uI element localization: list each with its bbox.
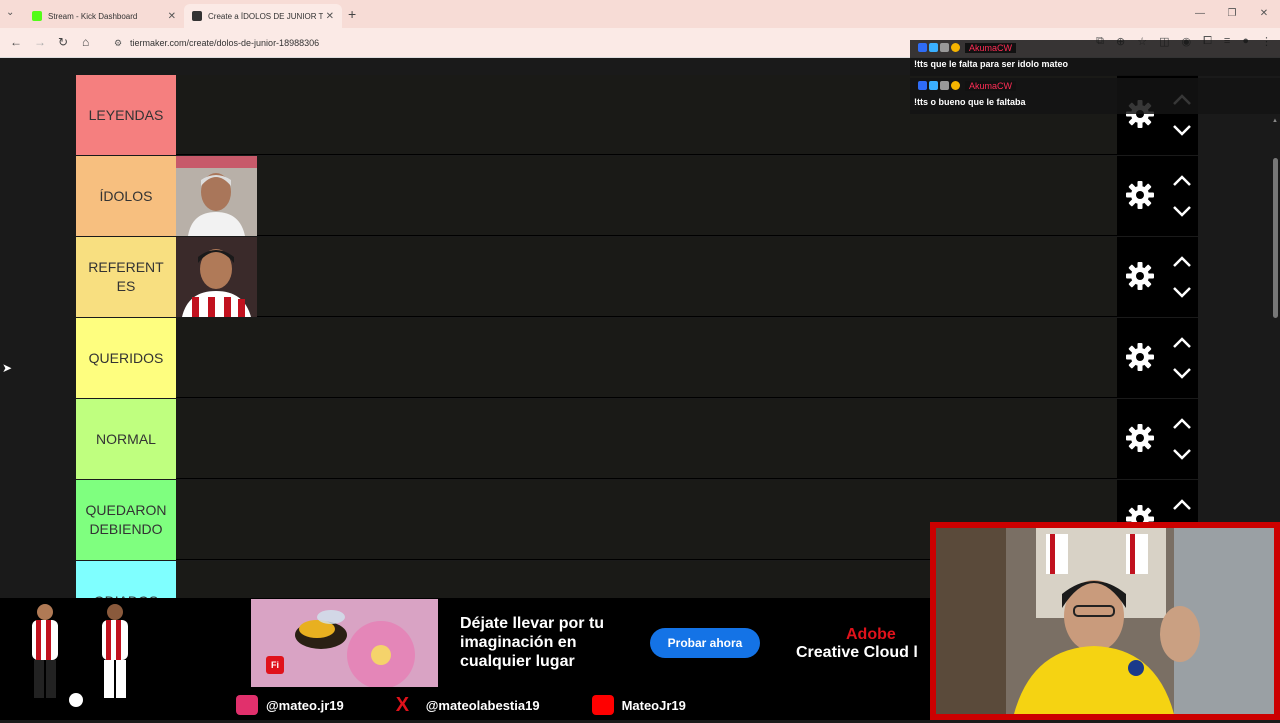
players-graphic — [10, 600, 150, 718]
chevron-up-icon[interactable] — [1171, 498, 1193, 512]
scroll-up-icon[interactable]: ▲ — [1272, 118, 1278, 124]
webcam-frame — [930, 522, 1280, 720]
tier-controls — [1117, 156, 1198, 236]
webcam-feed — [936, 528, 1274, 714]
badge-icon — [918, 43, 927, 52]
tier-controls — [1117, 399, 1198, 479]
social-handles: @mateo.jr19 X @mateolabestia19 MateoJr19 — [236, 692, 738, 718]
chat-text: !tts o bueno que le faltaba — [914, 97, 1026, 107]
gear-icon[interactable] — [1125, 261, 1155, 291]
gear-icon[interactable] — [1125, 342, 1155, 372]
close-tab-icon[interactable]: ✕ — [168, 11, 176, 22]
tiermaker-favicon-icon — [192, 11, 202, 21]
mouse-cursor-icon: ➤ — [2, 361, 13, 375]
tier-items — [176, 237, 257, 317]
x-icon: X — [395, 694, 410, 716]
chat-text: !tts que le falta para ser idolo mateo — [914, 59, 1069, 69]
chevron-up-icon[interactable] — [1171, 174, 1193, 188]
tab-search-icon[interactable]: ⌄ — [6, 7, 14, 18]
site-info-icon[interactable]: ⚙ — [114, 38, 124, 49]
ad-brand-adobe: Adobe — [846, 626, 896, 643]
tier-label[interactable]: LEYENDAS — [76, 75, 176, 155]
tier-row: NORMAL — [76, 399, 1198, 479]
chat-username: AkumaCW — [965, 43, 1017, 53]
tab-title: Create a ÍDOLOS DE JUNIOR Ti — [208, 11, 323, 21]
badge-icon — [929, 43, 938, 52]
close-tab-icon[interactable]: ✕ — [326, 11, 334, 22]
social-youtube: MateoJr19 — [591, 695, 686, 715]
tier-row: ÍDOLOS — [76, 156, 1198, 236]
back-icon[interactable]: ← — [10, 35, 22, 49]
chat-username: AkumaCW — [965, 81, 1017, 91]
tier-row: REFERENT ES — [76, 237, 1198, 317]
badge-icon — [929, 81, 938, 90]
ad-fi-badge: Fi — [266, 656, 284, 674]
url-text: tiermaker.com/create/dolos-de-junior-189… — [130, 38, 320, 48]
home-icon[interactable]: ⌂ — [82, 35, 89, 49]
tier-label[interactable]: QUEDARON DEBIENDO — [76, 480, 176, 560]
social-handle: MateoJr19 — [621, 697, 686, 713]
chevron-down-icon[interactable] — [1171, 285, 1193, 299]
tab-kick-dashboard[interactable]: Stream - Kick Dashboard ✕ — [24, 4, 184, 28]
chevron-up-icon[interactable] — [1171, 417, 1193, 431]
tier-label[interactable]: REFERENT ES — [76, 237, 176, 317]
chevron-down-icon[interactable] — [1171, 123, 1193, 137]
tier-label[interactable]: QUERIDOS — [76, 318, 176, 398]
social-instagram: @mateo.jr19 — [236, 695, 344, 715]
youtube-icon — [591, 695, 614, 715]
window-controls: — ❐ ✕ — [1184, 0, 1280, 28]
scroll-thumb[interactable] — [1273, 158, 1278, 318]
tier-items — [176, 156, 257, 236]
tier-controls — [1117, 237, 1198, 317]
chevron-up-icon[interactable] — [1171, 336, 1193, 350]
player-portrait-1[interactable] — [176, 156, 257, 236]
chat-message: AkumaCW !tts que le falta para ser idolo… — [910, 40, 1280, 76]
badge-icon — [951, 81, 960, 90]
close-window-icon[interactable]: ✕ — [1248, 0, 1280, 28]
badge-icon — [918, 81, 927, 90]
tier-row: QUERIDOS — [76, 318, 1198, 398]
tier-label[interactable]: NORMAL — [76, 399, 176, 479]
social-handle: @mateo.jr19 — [266, 697, 344, 713]
instagram-icon — [236, 695, 258, 715]
kick-favicon-icon — [32, 11, 42, 21]
chevron-down-icon[interactable] — [1171, 366, 1193, 380]
gear-icon[interactable] — [1125, 423, 1155, 453]
chevron-down-icon[interactable] — [1171, 204, 1193, 218]
gear-icon[interactable] — [1125, 180, 1155, 210]
tier-label[interactable]: ÍDOLOS — [76, 156, 176, 236]
chat-badges — [918, 43, 960, 52]
ad-cta-button[interactable]: Probar ahora — [650, 628, 760, 658]
badge-icon — [940, 81, 949, 90]
tier-controls — [1117, 318, 1198, 398]
badge-icon — [940, 43, 949, 52]
chevron-down-icon[interactable] — [1171, 447, 1193, 461]
minimize-icon[interactable]: — — [1184, 0, 1216, 28]
ad-headline: Déjate llevar por tu imaginación en cual… — [460, 615, 605, 670]
ad-brand-creative-cloud: Creative Cloud l — [796, 644, 918, 661]
social-handle: @mateolabestia19 — [425, 697, 540, 713]
player-portrait-2[interactable] — [176, 237, 257, 317]
tab-title: Stream - Kick Dashboard — [48, 11, 138, 21]
tab-tiermaker[interactable]: Create a ÍDOLOS DE JUNIOR Ti ✕ — [184, 4, 342, 28]
chevron-up-icon[interactable] — [1171, 255, 1193, 269]
forward-icon[interactable]: → — [34, 35, 46, 49]
chat-message: AkumaCW !tts o bueno que le faltaba — [910, 78, 1280, 114]
new-tab-button[interactable]: + — [348, 6, 356, 22]
reload-icon[interactable]: ↻ — [58, 35, 68, 49]
browser-tab-strip: ⌄ Stream - Kick Dashboard ✕ Create a ÍDO… — [0, 0, 1280, 28]
maximize-icon[interactable]: ❐ — [1216, 0, 1248, 28]
chat-badges — [918, 81, 960, 90]
adobe-ad-banner[interactable]: Fi Déjate llevar por tu imaginación en c… — [250, 598, 930, 689]
badge-icon — [951, 43, 960, 52]
social-x: X @mateolabestia19 — [396, 695, 540, 715]
